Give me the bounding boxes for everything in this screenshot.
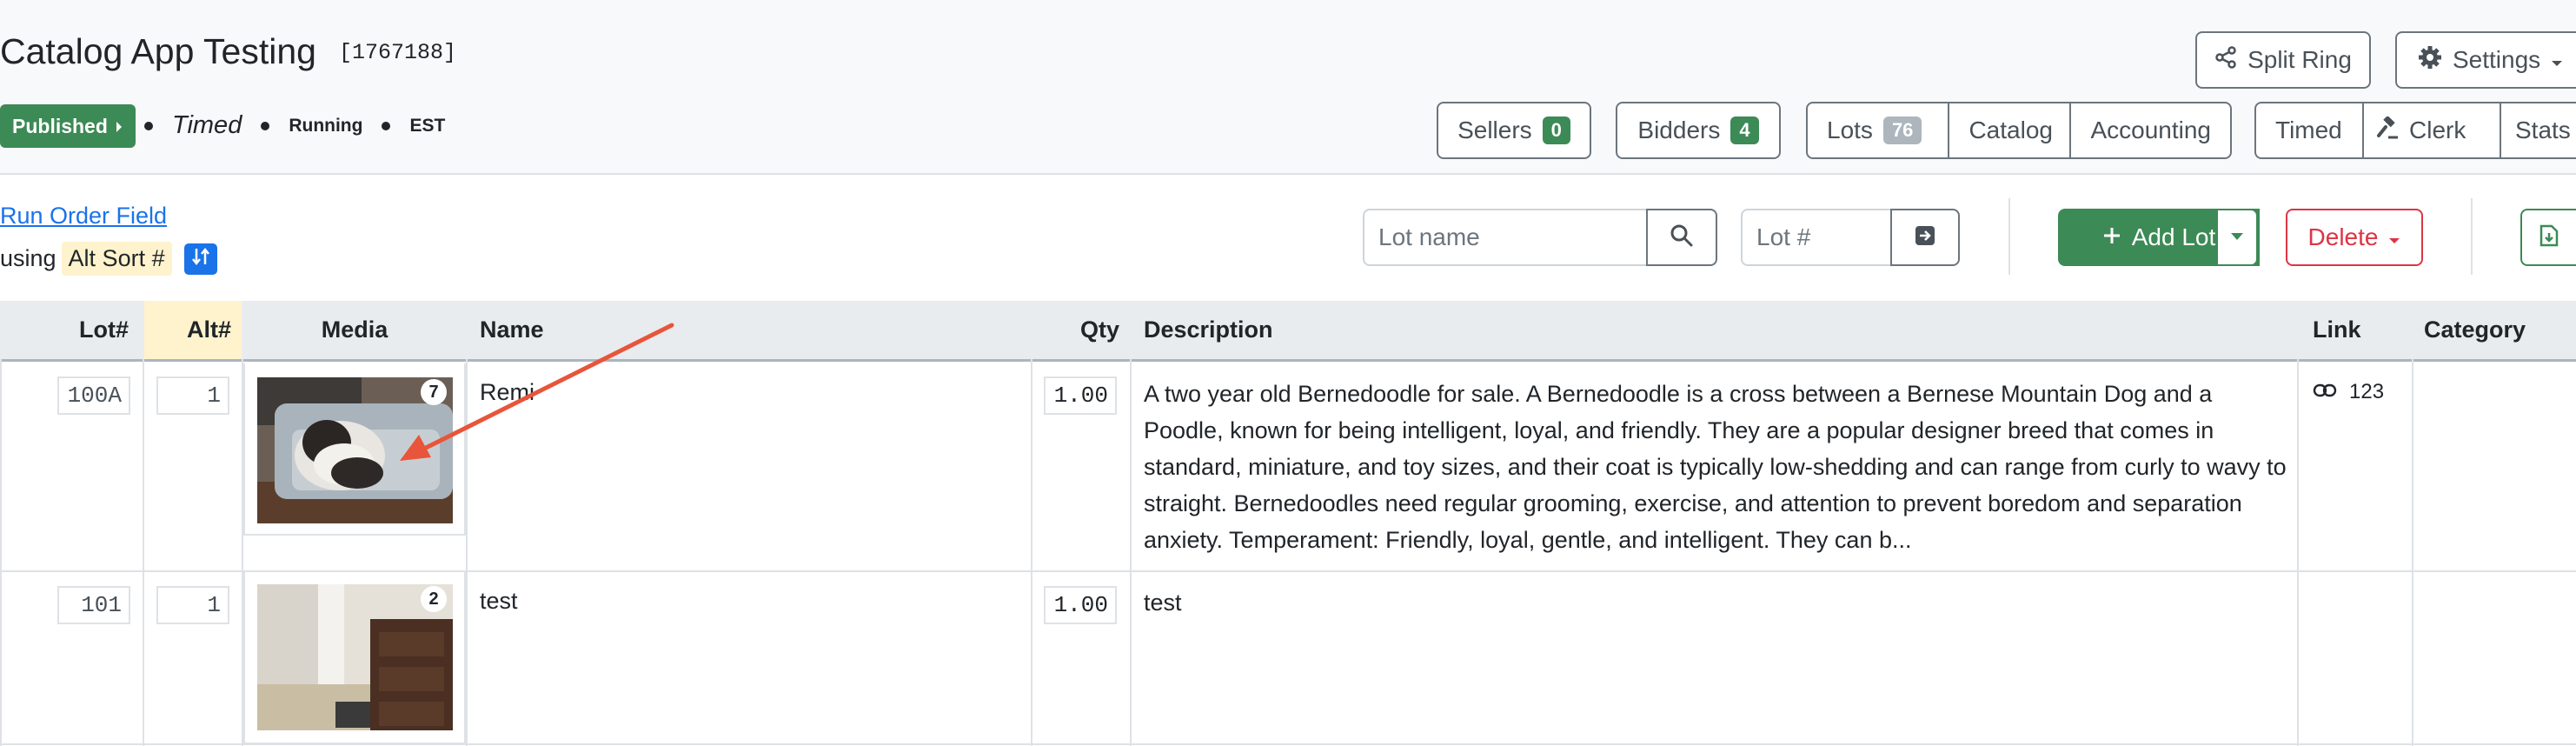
published-status-button[interactable]: Published xyxy=(0,104,136,148)
alt-number-field[interactable]: 1 xyxy=(156,376,229,415)
column-header-qty[interactable]: Qty xyxy=(1031,301,1119,359)
settings-label: Settings xyxy=(2453,46,2541,73)
tab-lots[interactable]: Lots 76 xyxy=(1808,103,1950,157)
column-header-link: Link xyxy=(2313,316,2361,343)
alt-number-field[interactable]: 1 xyxy=(156,586,229,624)
link-label: 123 xyxy=(2349,380,2385,403)
go-to-lot-button[interactable] xyxy=(1890,209,1960,266)
column-divider xyxy=(2297,359,2299,746)
annotation-arrow xyxy=(400,323,674,461)
delete-label: Delete xyxy=(2307,223,2379,250)
arrow-right-square-icon xyxy=(1914,224,1936,251)
accounting-label: Accounting xyxy=(2090,117,2211,143)
sort-direction-button[interactable] xyxy=(183,243,217,275)
meta-type: Timed xyxy=(172,111,242,139)
delete-dropdown-button[interactable]: Delete xyxy=(2286,209,2423,266)
sort-field-label: Alt Sort # xyxy=(61,242,172,276)
nav-group-timed: Timed Clerk Stats xyxy=(2254,102,2576,159)
column-divider xyxy=(2412,359,2413,746)
export-button[interactable] xyxy=(2520,209,2576,266)
using-label: using xyxy=(0,245,56,271)
link-icon xyxy=(2313,380,2337,404)
tab-timed[interactable]: Timed xyxy=(2256,103,2364,157)
chevron-down-icon xyxy=(2230,230,2244,245)
column-header-lot[interactable]: Lot# xyxy=(0,301,132,359)
column-header-category[interactable]: Category xyxy=(2424,301,2576,359)
published-label: Published xyxy=(12,114,108,137)
bidders-label: Bidders xyxy=(1637,117,1721,143)
bidders-count-badge: 4 xyxy=(1730,117,1759,144)
nav-group-lots: Lots 76 Catalog Accounting xyxy=(1806,102,2232,159)
bullet xyxy=(382,121,391,130)
lots-label: Lots xyxy=(1827,117,1873,143)
plus-icon xyxy=(2102,223,2121,251)
column-header-alt[interactable]: Alt# xyxy=(144,301,242,359)
sort-using-row: using Alt Sort # xyxy=(0,242,217,276)
sellers-count-badge: 0 xyxy=(1542,117,1570,144)
timed-label: Timed xyxy=(2275,117,2342,143)
lot-description[interactable]: test xyxy=(1144,584,2287,621)
search-button[interactable] xyxy=(1646,209,1717,266)
tab-clerk[interactable]: Clerk xyxy=(2364,103,2501,157)
add-lot-label: Add Lot xyxy=(2131,223,2216,250)
toolbar-divider xyxy=(2008,198,2010,275)
bidders-button[interactable]: Bidders 4 xyxy=(1616,102,1781,159)
lot-number-field[interactable]: 100A xyxy=(57,376,130,415)
caret-right-icon xyxy=(115,115,123,138)
bullet xyxy=(144,121,153,130)
lot-link[interactable]: 123 xyxy=(2313,380,2384,404)
gavel-icon xyxy=(2376,115,2399,145)
app-id: [1767188] xyxy=(339,40,457,65)
lot-number-field[interactable]: 101 xyxy=(57,586,130,624)
split-ring-button[interactable]: Split Ring xyxy=(2195,31,2371,89)
search-icon xyxy=(1670,223,1694,252)
column-header-description: Description xyxy=(1144,316,1273,343)
toolbar-divider xyxy=(2471,198,2473,275)
lot-description[interactable]: A two year old Bernedoodle for sale. A B… xyxy=(1144,376,2287,558)
quantity-field[interactable]: 1.00 xyxy=(1044,376,1117,415)
sellers-label: Sellers xyxy=(1457,117,1532,143)
sellers-button[interactable]: Sellers 0 xyxy=(1437,102,1591,159)
media-count-badge: 2 xyxy=(421,586,447,612)
meta-status: Running xyxy=(289,115,363,136)
add-lot-dropdown-toggle[interactable] xyxy=(2216,209,2258,266)
lots-count-badge: 76 xyxy=(1882,117,1922,144)
lot-number-input[interactable]: Lot # xyxy=(1741,209,1892,266)
sort-icon xyxy=(191,245,210,272)
gear-icon xyxy=(2418,45,2442,76)
tab-accounting[interactable]: Accounting xyxy=(2071,103,2230,157)
column-divider xyxy=(143,359,144,746)
column-divider xyxy=(0,359,2,746)
catalog-label: Catalog xyxy=(1969,117,2053,143)
lot-name-search-input[interactable]: Lot name xyxy=(1363,209,1648,266)
bullet xyxy=(261,121,270,130)
stats-label: Stats xyxy=(2515,117,2571,143)
meta-timezone: EST xyxy=(409,115,446,136)
auction-meta: Timed Running EST xyxy=(144,111,445,140)
tab-stats[interactable]: Stats xyxy=(2501,103,2576,157)
column-divider xyxy=(1031,359,1032,746)
file-download-icon xyxy=(2539,224,2559,251)
tab-catalog[interactable]: Catalog xyxy=(1949,103,2072,157)
chevron-down-icon xyxy=(2551,46,2563,74)
clerk-label: Clerk xyxy=(2409,117,2466,143)
split-ring-label: Split Ring xyxy=(2247,46,2352,73)
settings-dropdown[interactable]: Settings xyxy=(2395,31,2576,89)
lot-name[interactable]: test xyxy=(480,588,518,615)
page-title: Catalog App Testing xyxy=(0,31,316,71)
column-divider xyxy=(1130,359,1132,746)
quantity-field[interactable]: 1.00 xyxy=(1044,586,1117,624)
share-icon xyxy=(2214,45,2237,75)
run-order-field-link[interactable]: Run Order Field xyxy=(0,203,167,230)
chevron-down-icon xyxy=(2388,223,2400,251)
